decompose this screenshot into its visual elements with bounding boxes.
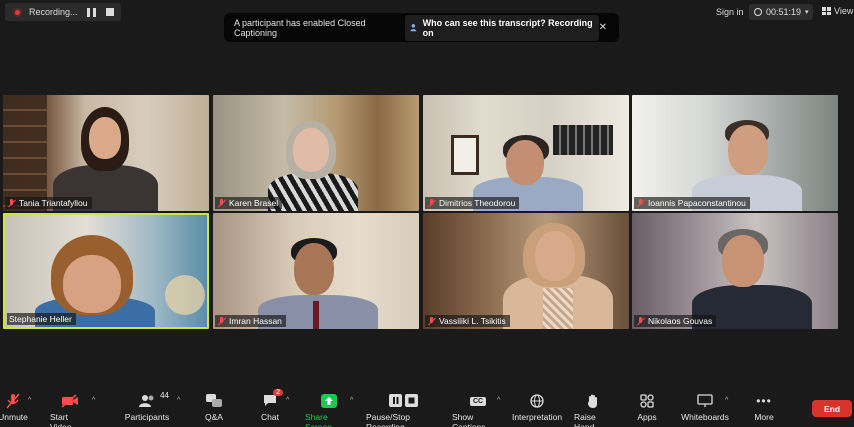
- captioning-notice-text: A participant has enabled Closed Caption…: [234, 17, 366, 38]
- whiteboards-button[interactable]: Whiteboards: [681, 393, 729, 422]
- captions-options-chevron-icon[interactable]: ^: [497, 397, 500, 404]
- participants-options-chevron-icon[interactable]: ^: [177, 397, 180, 404]
- participant-name-tag: Stephanie Heller: [7, 313, 76, 325]
- video-tile[interactable]: Vassiliki L. Tsikitis: [423, 213, 629, 329]
- view-button[interactable]: View: [822, 6, 853, 16]
- view-label: View: [834, 6, 854, 16]
- muted-mic-icon: [6, 393, 20, 409]
- participants-count: 44: [160, 391, 169, 400]
- transcript-visibility-link[interactable]: Who can see this transcript? Recording o…: [405, 14, 599, 41]
- participants-button[interactable]: 44 Participants: [125, 391, 169, 422]
- transcript-link-label: Who can see this transcript? Recording o…: [422, 17, 593, 38]
- muted-mic-icon: [636, 198, 645, 208]
- pause-recording-icon[interactable]: [87, 7, 96, 17]
- muted-mic-icon: [217, 198, 226, 208]
- meeting-timer[interactable]: 00:51:19 ▾: [749, 4, 813, 20]
- close-icon[interactable]: ✕: [599, 22, 607, 33]
- stop-recording-icon[interactable]: [106, 8, 114, 16]
- video-tile[interactable]: Nikolaos Gouvas: [632, 213, 838, 329]
- video-tile[interactable]: Ioannis Papaconstantinou: [632, 95, 838, 211]
- share-options-chevron-icon[interactable]: ^: [350, 397, 353, 404]
- share-screen-button[interactable]: Share Screen: [305, 393, 353, 427]
- participant-name-tag: Tania Triantafyllou: [5, 197, 92, 209]
- hand-icon: [587, 393, 599, 409]
- apps-icon: [640, 393, 654, 409]
- timer-value: 00:51:19: [766, 7, 802, 17]
- chat-button[interactable]: 2 Chat: [258, 389, 283, 422]
- person-info-icon: [410, 24, 417, 32]
- chat-unread-badge: 2: [273, 389, 283, 396]
- participant-name-tag: Ioannis Papaconstantinou: [634, 197, 750, 209]
- muted-mic-icon: [636, 316, 645, 326]
- pause-stop-recording-button[interactable]: Pause/Stop Recording: [366, 393, 442, 427]
- muted-mic-icon: [427, 316, 436, 326]
- recording-indicator: Recording...: [5, 3, 121, 21]
- more-button[interactable]: ••• More: [752, 393, 776, 422]
- video-tile-active-speaker[interactable]: Stephanie Heller: [3, 213, 209, 329]
- recording-dot-icon: [13, 7, 22, 17]
- participant-name-tag: Nikolaos Gouvas: [634, 315, 717, 327]
- more-dots-icon: •••: [756, 394, 772, 408]
- video-tile[interactable]: Tania Triantafyllou: [3, 95, 209, 211]
- participant-name-tag: Dimitrios Theodorou: [425, 197, 520, 209]
- meeting-toolbar: Unmute ^ Start Video ^ 44 Participants ^…: [0, 389, 854, 427]
- clock-icon: [754, 8, 762, 16]
- participant-name-tag: Vassiliki L. Tsikitis: [425, 315, 510, 327]
- closed-captions-icon: CC: [469, 393, 487, 409]
- video-options-chevron-icon[interactable]: ^: [92, 397, 95, 404]
- chat-icon: 2: [263, 389, 283, 409]
- video-tile[interactable]: Karen Brasel: [213, 95, 419, 211]
- unmute-button[interactable]: Unmute: [0, 393, 28, 422]
- captioning-notice: A participant has enabled Closed Caption…: [224, 13, 619, 42]
- video-tile[interactable]: Dimitrios Theodorou: [423, 95, 629, 211]
- audio-options-chevron-icon[interactable]: ^: [28, 397, 31, 404]
- whiteboards-options-chevron-icon[interactable]: ^: [725, 397, 728, 404]
- video-tile[interactable]: Imran Hassan: [213, 213, 419, 329]
- globe-icon: [530, 393, 544, 409]
- video-off-icon: [61, 393, 79, 409]
- participant-name-tag: Imran Hassan: [215, 315, 286, 327]
- qa-icon: [206, 393, 222, 409]
- whiteboard-icon: [697, 393, 713, 409]
- chat-options-chevron-icon[interactable]: ^: [286, 397, 289, 404]
- apps-button[interactable]: Apps: [636, 393, 658, 422]
- share-screen-icon: [321, 393, 337, 409]
- muted-mic-icon: [7, 198, 16, 208]
- recording-label: Recording...: [29, 7, 78, 17]
- muted-mic-icon: [427, 198, 436, 208]
- participant-name-tag: Karen Brasel: [215, 197, 283, 209]
- chevron-down-icon: ▾: [805, 9, 809, 16]
- muted-mic-icon: [217, 316, 226, 326]
- interpretation-button[interactable]: Interpretation: [512, 393, 562, 422]
- end-meeting-button[interactable]: End: [812, 400, 852, 417]
- raise-hand-button[interactable]: Raise Hand: [574, 393, 612, 427]
- sign-in-link[interactable]: Sign in: [716, 7, 744, 17]
- start-video-button[interactable]: Start Video: [50, 393, 90, 427]
- participants-icon: 44: [139, 391, 169, 409]
- grid-icon: [822, 7, 831, 15]
- qa-button[interactable]: Q&A: [200, 393, 228, 422]
- pause-stop-icon: [389, 393, 419, 409]
